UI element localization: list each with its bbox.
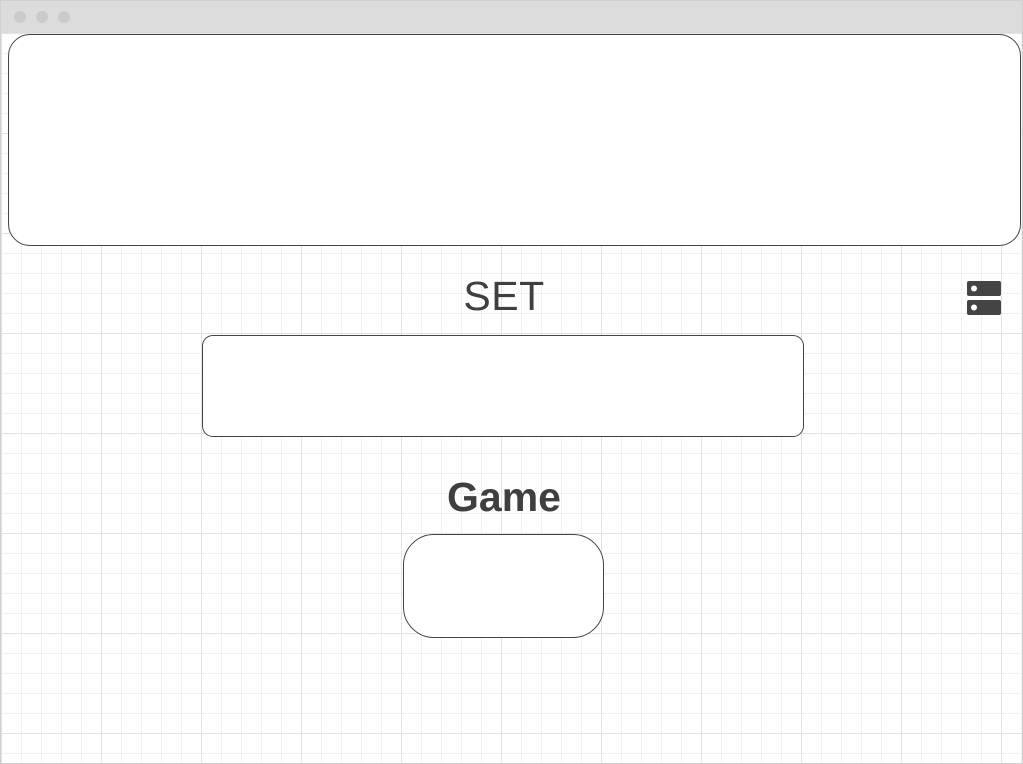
set-title: SET bbox=[463, 273, 545, 319]
set-input-box[interactable] bbox=[202, 335, 804, 437]
game-button[interactable] bbox=[403, 534, 604, 638]
game-title: Game bbox=[447, 474, 561, 520]
maximize-window-button[interactable] bbox=[58, 11, 70, 23]
window-titlebar bbox=[1, 1, 1022, 33]
minimize-window-button[interactable] bbox=[36, 11, 48, 23]
server-stack-icon-graphic bbox=[967, 281, 1001, 315]
close-window-button[interactable] bbox=[14, 11, 26, 23]
app-window: SET Game bbox=[0, 0, 1023, 764]
header-panel bbox=[8, 34, 1021, 246]
main-canvas: SET Game bbox=[1, 33, 1022, 763]
server-stack-icon[interactable] bbox=[966, 280, 1002, 316]
